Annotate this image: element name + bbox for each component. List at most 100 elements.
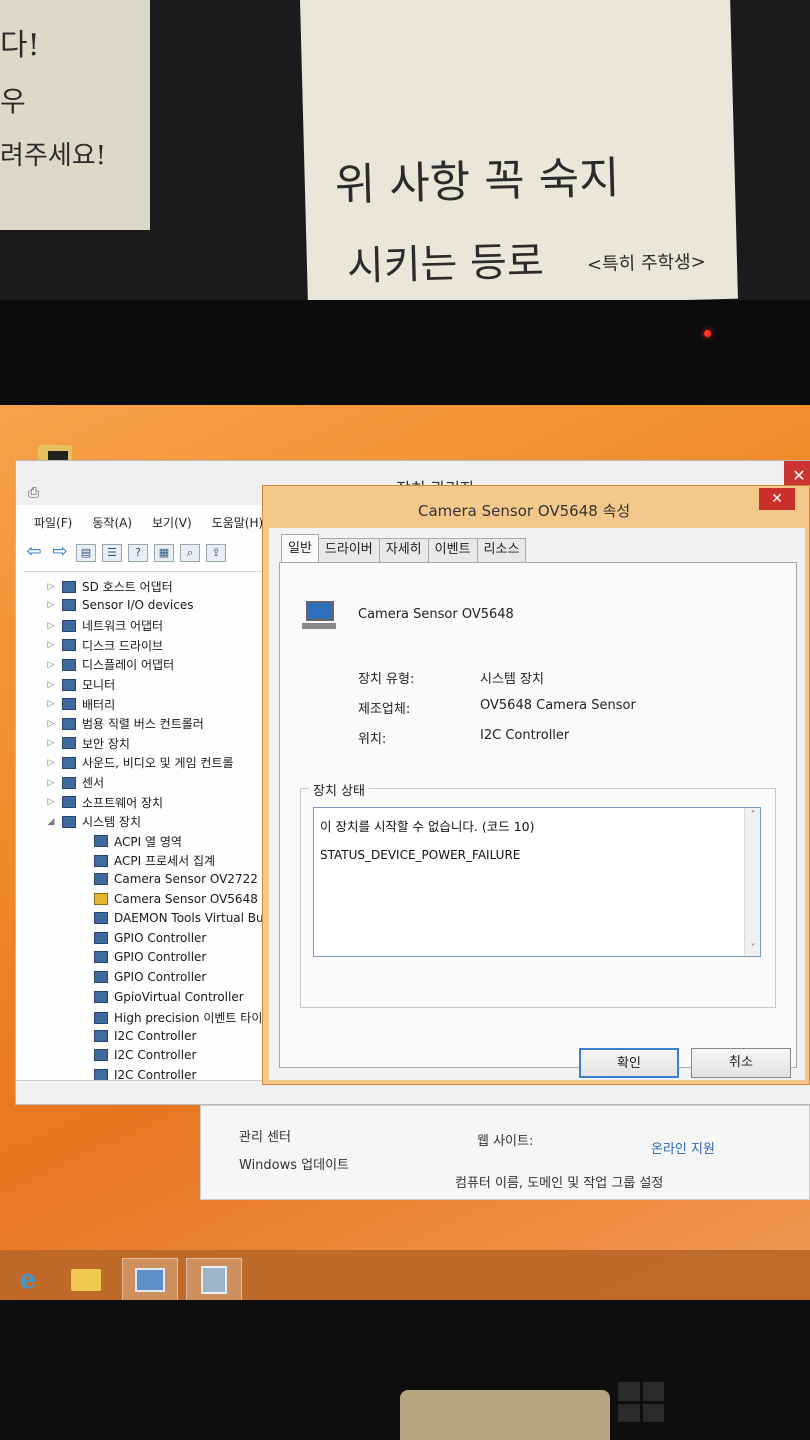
tree-item[interactable]: ▷ 모니터	[46, 676, 116, 693]
expand-icon[interactable]: ▷	[46, 680, 56, 690]
chevron-down-icon[interactable]: ˅	[745, 943, 761, 954]
expand-icon[interactable]: ▷	[46, 600, 56, 610]
tab-resources[interactable]: 리소스	[476, 538, 527, 562]
device-status-textbox[interactable]: 이 장치를 시작할 수 없습니다. (코드 10) STATUS_DEVICE_…	[313, 807, 761, 957]
expand-icon[interactable]: ▷	[46, 699, 56, 709]
tree-item[interactable]: ▷ 센서	[46, 774, 105, 791]
device-icon	[94, 912, 108, 925]
device-icon	[94, 931, 108, 944]
expand-icon[interactable]: ▷	[46, 660, 56, 670]
expand-icon[interactable]: ▷	[46, 738, 56, 748]
close-icon[interactable]: ✕	[759, 488, 795, 510]
screen: ⎙ 장치 관리자 ✕ 파일(F) 동작(A) 보기(V) 도움말(H) ⇦ ⇨ …	[0, 405, 810, 1310]
tree-item[interactable]: ACPI 열 영역	[78, 833, 182, 850]
tree-item[interactable]: ▷ SD 호스트 어댑터	[46, 578, 173, 595]
tree-item-label: 사운드, 비디오 및 게임 컨트롤	[82, 756, 234, 771]
tree-item[interactable]: ◢ 시스템 장치	[46, 813, 141, 830]
device-icon	[94, 1029, 108, 1042]
tree-item[interactable]: GPIO Controller	[78, 931, 206, 945]
properties-title: Camera Sensor OV5648 속성	[418, 502, 631, 520]
chevron-up-icon[interactable]: ˄	[745, 810, 761, 821]
tab-strip: 일반 드라이버 자세히 이벤트 리소스	[281, 534, 527, 562]
tree-item[interactable]: ACPI 프로세서 집계	[78, 852, 215, 869]
tab-driver[interactable]: 드라이버	[317, 538, 380, 562]
tab-details[interactable]: 자세히	[378, 538, 429, 562]
tree-item[interactable]: I2C Controller	[78, 1048, 196, 1062]
windows-logo-icon	[618, 1382, 664, 1422]
tree-item[interactable]: ▷ 배터리	[46, 696, 116, 713]
properties-titlebar[interactable]: Camera Sensor OV5648 속성 ✕	[263, 486, 809, 526]
tree-item[interactable]: ▷ Sensor I/O devices	[46, 597, 194, 612]
admin-center-link[interactable]: 관리 센터	[239, 1126, 291, 1145]
device-icon	[62, 717, 76, 730]
tree-item-label: 디스크 드라이브	[82, 638, 164, 653]
tree-item-label: 네트워크 어댑터	[82, 619, 164, 634]
file-explorer-icon[interactable]	[58, 1258, 114, 1302]
tree-item[interactable]: Camera Sensor OV2722	[78, 872, 258, 886]
tree-item[interactable]: GPIO Controller	[78, 970, 206, 984]
forward-arrow-icon[interactable]: ⇨	[50, 543, 70, 562]
tab-events[interactable]: 이벤트	[427, 538, 478, 562]
tree-item[interactable]: ▷ 디스크 드라이브	[46, 637, 164, 654]
expand-icon[interactable]: ▷	[46, 582, 56, 592]
menu-help[interactable]: 도움말(H)	[212, 514, 264, 531]
warning-device-icon	[94, 892, 108, 905]
expand-icon[interactable]: ▷	[46, 778, 56, 788]
tree-item[interactable]: GPIO Controller	[78, 950, 206, 964]
menu-action[interactable]: 동작(A)	[92, 514, 132, 531]
tree-item[interactable]: I2C Controller	[78, 1029, 196, 1043]
tree-item[interactable]: DAEMON Tools Virtual Bus	[78, 911, 270, 925]
tree-item[interactable]: ▷ 사운드, 비디오 및 게임 컨트롤	[46, 754, 234, 771]
status-code: STATUS_DEVICE_POWER_FAILURE	[320, 848, 521, 862]
expand-icon[interactable]: ▷	[46, 797, 56, 807]
tree-item-label: 배터리	[82, 697, 116, 712]
expand-icon[interactable]: ▷	[46, 758, 56, 768]
device-icon	[94, 854, 108, 867]
device-manager-taskbar-icon[interactable]	[186, 1258, 242, 1302]
paper-note-left: 다! 우 려주세요!	[0, 0, 150, 230]
tree-item-label: GpioVirtual Controller	[114, 989, 244, 1004]
properties-icon[interactable]: ▤	[76, 544, 96, 562]
tree-item-label: I2C Controller	[114, 1048, 197, 1063]
device-icon	[62, 698, 76, 711]
paper-note-main: 위 사항 꼭 숙지 시키는 등로 <특히 주학생>	[300, 0, 738, 310]
internet-explorer-icon[interactable]: e	[0, 1258, 56, 1302]
tree-item[interactable]: Camera Sensor OV5648	[78, 892, 258, 906]
expand-icon[interactable]: ▷	[46, 719, 56, 729]
properties-dialog: Camera Sensor OV5648 속성 ✕ 일반 드라이버 자세히 이벤…	[262, 485, 810, 1085]
properties-body: 일반 드라이버 자세히 이벤트 리소스 Camera Sensor OV5648…	[269, 528, 805, 1080]
menu-view[interactable]: 보기(V)	[152, 514, 192, 531]
tree-item[interactable]: ▷ 소프트웨어 장치	[46, 794, 164, 811]
expand-icon[interactable]: ◢	[46, 817, 56, 827]
tree-item[interactable]: High precision 이벤트 타이	[78, 1009, 262, 1026]
back-arrow-icon[interactable]: ⇦	[24, 543, 44, 562]
view-icon[interactable]: ▦	[154, 544, 174, 562]
scan-hardware-icon[interactable]: ⌕	[180, 544, 200, 562]
tree-item[interactable]: ▷ 디스플레이 어댑터	[46, 656, 175, 673]
manufacturer-value: OV5648 Camera Sensor	[480, 698, 636, 713]
windows-update-link[interactable]: Windows 업데이트	[239, 1154, 349, 1173]
cancel-button[interactable]: 취소	[691, 1048, 791, 1078]
list-icon[interactable]: ☰	[102, 544, 122, 562]
device-icon	[94, 971, 108, 983]
tree-item[interactable]: ▷ 보안 장치	[46, 735, 130, 752]
tree-item[interactable]: ▷ 범용 직렬 버스 컨트롤러	[46, 715, 204, 732]
tree-item-label: 시스템 장치	[82, 815, 142, 830]
status-scrollbar[interactable]: ˄ ˅	[744, 808, 760, 956]
online-support-link[interactable]: 온라인 지원	[651, 1138, 715, 1157]
control-panel-icon[interactable]	[122, 1258, 178, 1302]
tree-item[interactable]: GpioVirtual Controller	[78, 990, 244, 1004]
device-icon	[94, 951, 108, 964]
menu-file[interactable]: 파일(F)	[34, 514, 72, 531]
expand-icon[interactable]: ▷	[46, 621, 56, 631]
expand-icon[interactable]: ▷	[46, 640, 56, 650]
toolbar: ⇦ ⇨ ▤ ☰ ? ▦ ⌕ ⇪	[24, 539, 274, 567]
tab-general[interactable]: 일반	[281, 534, 319, 562]
ok-button[interactable]: 확인	[579, 1048, 679, 1078]
device-icon	[62, 619, 76, 632]
device-icon	[94, 990, 108, 1003]
help-icon[interactable]: ?	[128, 544, 148, 562]
tree-item[interactable]: ▷ 네트워크 어댑터	[46, 617, 164, 634]
tree-item-label: Sensor I/O devices	[82, 597, 194, 612]
update-driver-icon[interactable]: ⇪	[206, 544, 226, 562]
